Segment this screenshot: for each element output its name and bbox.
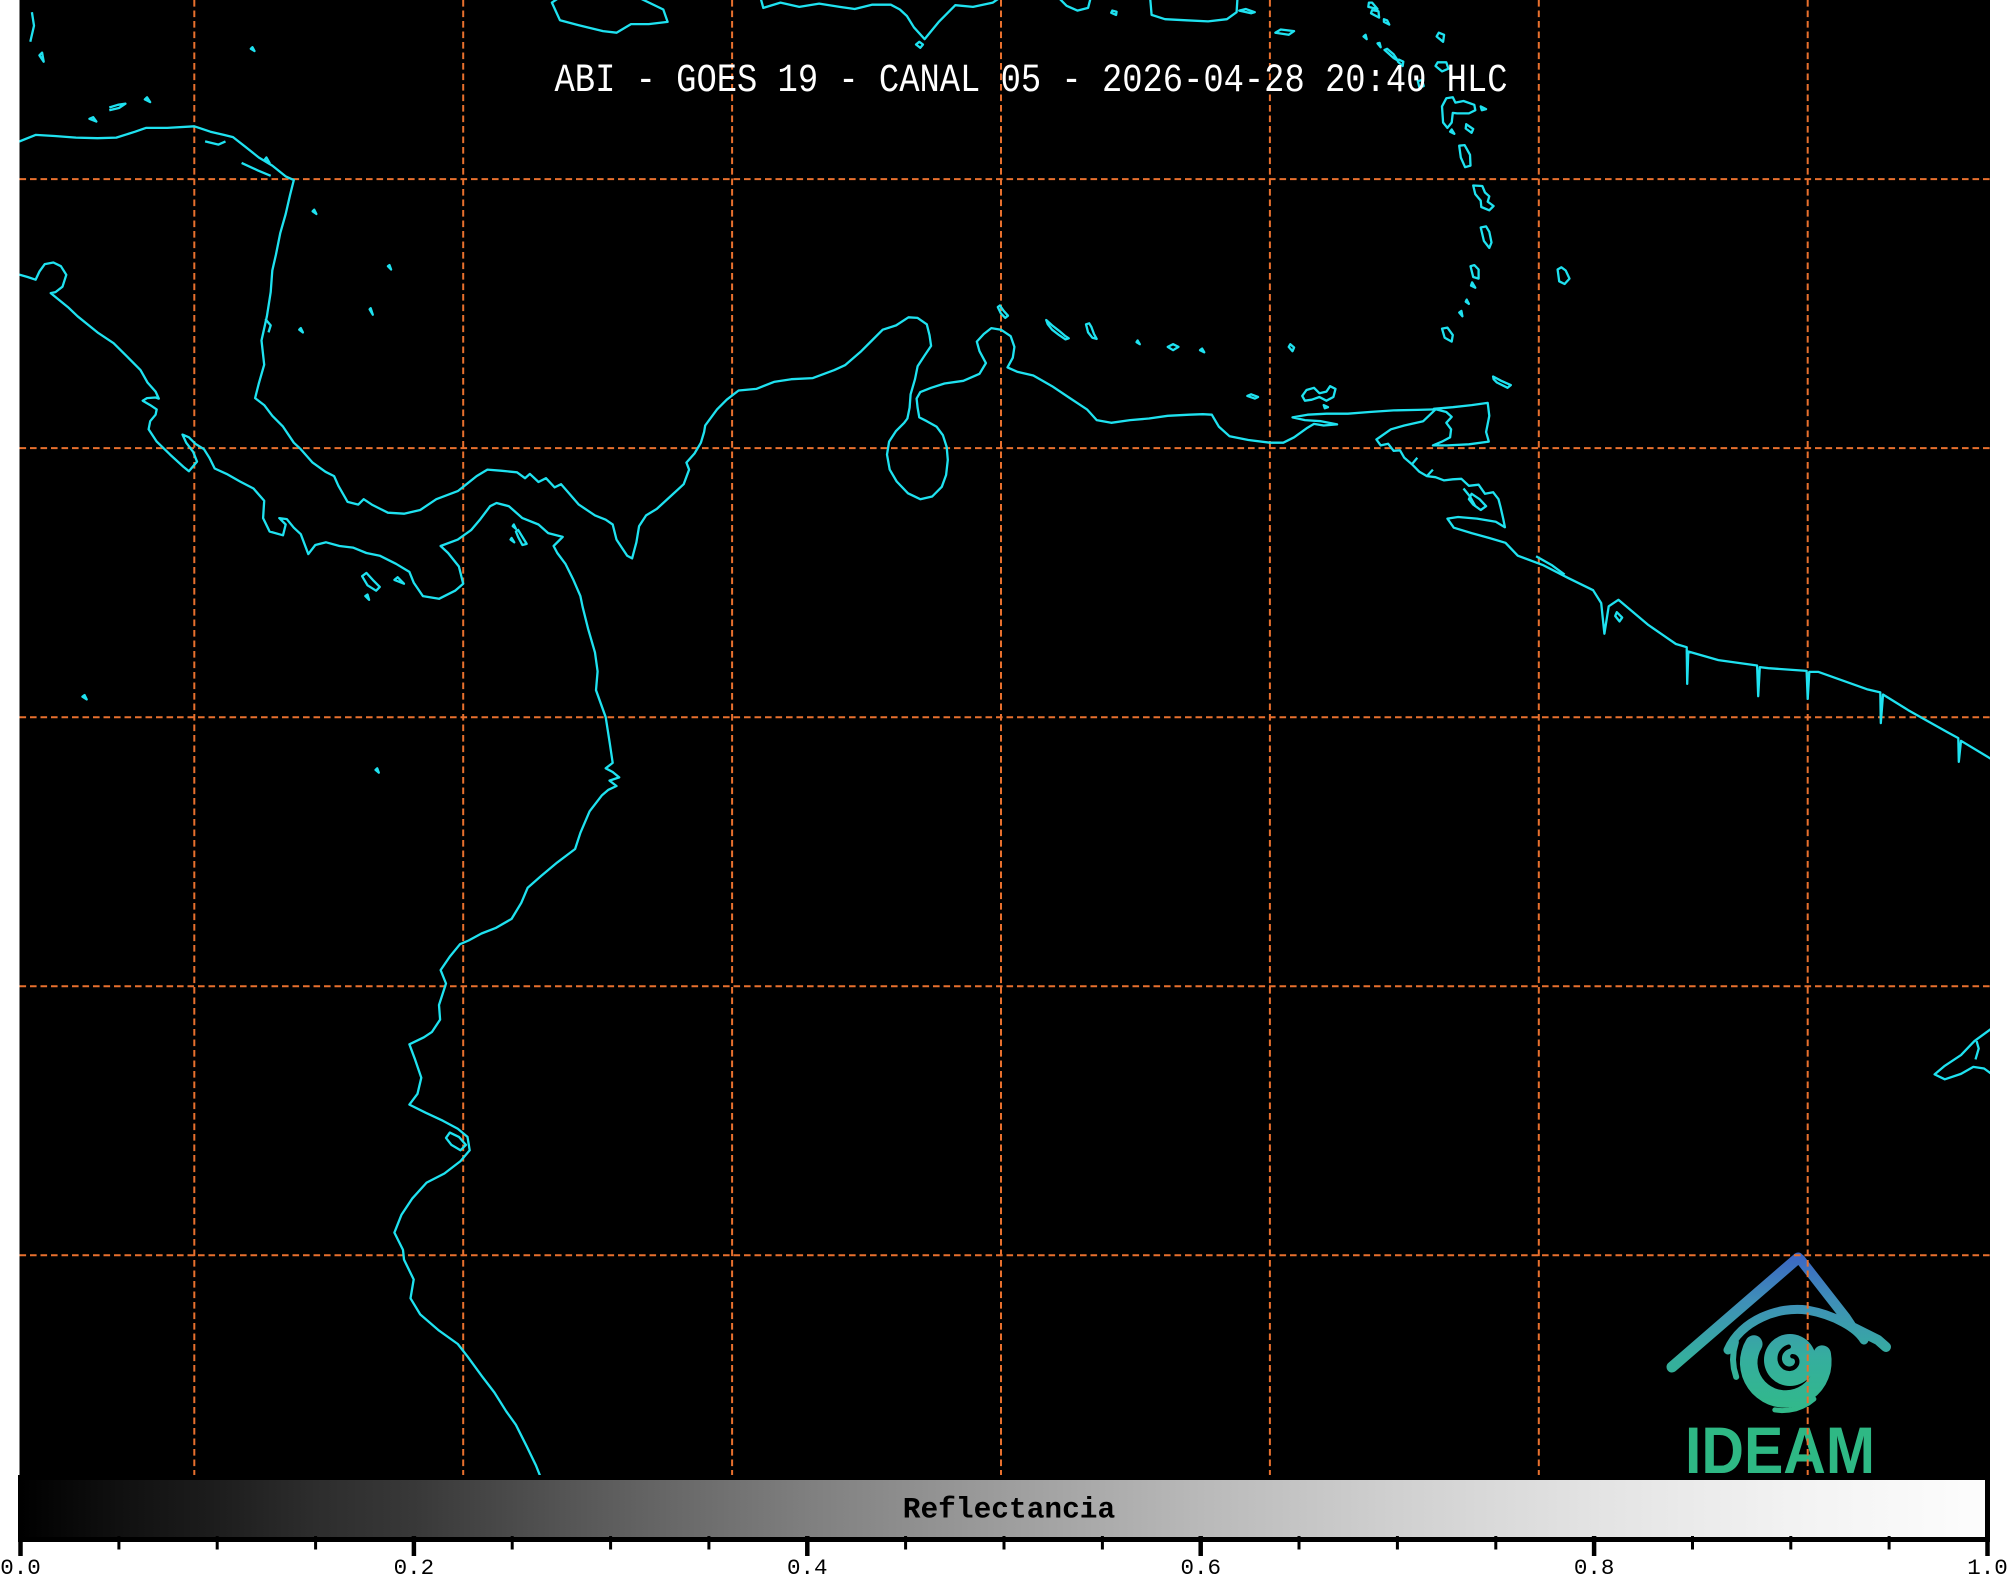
svg-text:ABI - GOES 19 - CANAL 05 - 202: ABI - GOES 19 - CANAL 05 - 2026-04-28 20… (555, 59, 1508, 104)
svg-text:0.0: 0.0 (0, 1555, 41, 1577)
svg-text:Reflectancia: Reflectancia (903, 1493, 1115, 1527)
svg-text:0.8: 0.8 (1574, 1555, 1615, 1577)
svg-text:0.2: 0.2 (394, 1555, 435, 1577)
svg-text:1.0: 1.0 (1967, 1555, 2008, 1577)
svg-text:0.4: 0.4 (787, 1555, 828, 1577)
svg-text:0.6: 0.6 (1180, 1555, 1221, 1577)
